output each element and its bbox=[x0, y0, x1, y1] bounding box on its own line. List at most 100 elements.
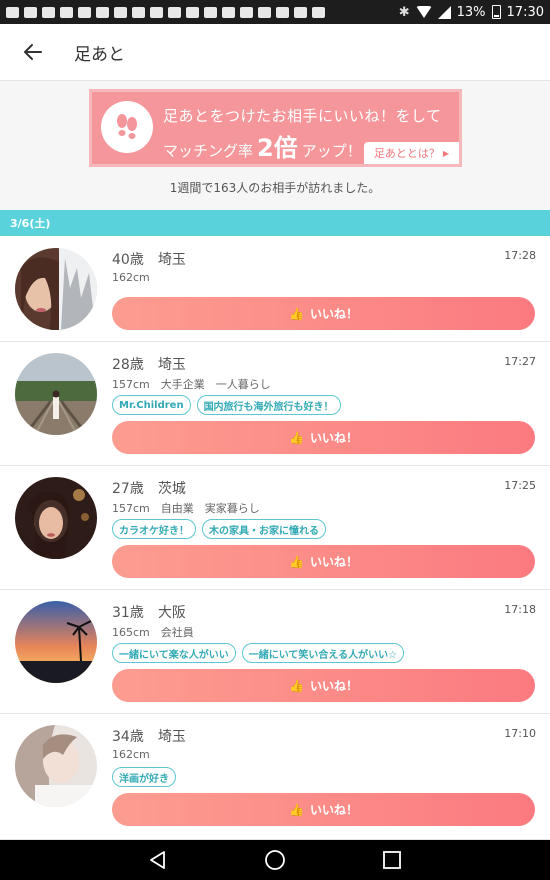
about-footprints-label: 足あととは？ bbox=[373, 147, 440, 160]
app-bar: 足あと bbox=[0, 24, 550, 81]
avatar[interactable] bbox=[15, 477, 97, 559]
arrow-left-icon bbox=[24, 44, 42, 60]
visitor-info: 162cm bbox=[112, 271, 150, 284]
notification-icon bbox=[24, 6, 37, 18]
wifi-icon bbox=[415, 6, 432, 18]
notification-icon bbox=[294, 6, 307, 18]
avatar[interactable] bbox=[15, 353, 97, 435]
interest-tags: 一緒にいて楽な人がいい 一緒にいて笑い合える人がいい☆ bbox=[112, 643, 405, 663]
banner-subline: マッチング率 2倍 アップ！ bbox=[163, 128, 362, 163]
notification-icons bbox=[6, 6, 325, 18]
notification-icon bbox=[78, 6, 91, 18]
interest-tag[interactable]: 一緒にいて笑い合える人がいい☆ bbox=[241, 643, 405, 663]
thumbs-up-icon: 👍 bbox=[289, 306, 304, 321]
visit-time: 17:25 bbox=[504, 479, 536, 492]
interest-tags: 洋画が好き bbox=[112, 767, 176, 787]
visitor-list[interactable]: 40歳 埼玉 17:28 162cm 👍 いいね！ 28歳 埼玉 17:27 1… bbox=[0, 236, 550, 840]
signal-icon bbox=[437, 5, 451, 19]
visit-time: 17:28 bbox=[504, 249, 536, 262]
notification-icon bbox=[186, 6, 199, 18]
notification-icon bbox=[96, 6, 109, 18]
interest-tag[interactable]: 洋画が好き bbox=[112, 767, 176, 787]
notification-icon bbox=[168, 6, 181, 18]
like-label: いいね！ bbox=[309, 431, 358, 445]
promo-banner[interactable]: 足あとをつけたお相手にいいね！をして マッチング率 2倍 アップ！ 足あととは？… bbox=[89, 89, 462, 167]
interest-tag[interactable]: Mr.Children bbox=[112, 395, 191, 415]
banner-multiplier: 2倍 bbox=[257, 134, 298, 162]
visit-time: 17:27 bbox=[504, 355, 536, 368]
visitor-name: 28歳 埼玉 bbox=[112, 357, 186, 373]
interest-tag[interactable]: カラオケ好き！ bbox=[112, 519, 196, 539]
like-button[interactable]: 👍 いいね！ bbox=[112, 421, 535, 454]
system-nav-bar bbox=[0, 840, 550, 880]
interest-tag[interactable]: 国内旅行も海外旅行も好き！ bbox=[196, 395, 341, 415]
interest-tag[interactable]: 木の家具・お家に憧れる bbox=[202, 519, 326, 539]
thumbs-up-icon: 👍 bbox=[289, 802, 304, 817]
like-button[interactable]: 👍 いいね！ bbox=[112, 545, 535, 578]
banner-headline: 足あとをつけたお相手にいいね！をして bbox=[163, 107, 442, 125]
thumbs-up-icon: 👍 bbox=[289, 554, 304, 569]
visitor-name: 31歳 大阪 bbox=[112, 605, 186, 621]
triangle-back-icon bbox=[150, 851, 166, 869]
notification-icon bbox=[222, 6, 235, 18]
visitor-card[interactable]: 27歳 茨城 17:25 157cm 自由業 実家暮らし カラオケ好き！ 木の家… bbox=[0, 466, 550, 590]
battery-icon bbox=[491, 5, 501, 19]
like-label: いいね！ bbox=[309, 803, 358, 817]
banner-subline-post: アップ！ bbox=[301, 142, 362, 160]
notification-icon bbox=[276, 6, 289, 18]
promo-area: 足あとをつけたお相手にいいね！をして マッチング率 2倍 アップ！ 足あととは？… bbox=[0, 82, 550, 210]
notification-icon bbox=[240, 6, 253, 18]
bluetooth-icon: ✱ bbox=[398, 4, 410, 20]
back-button[interactable] bbox=[0, 24, 66, 81]
interest-tag[interactable]: 一緒にいて楽な人がいい bbox=[112, 643, 236, 663]
footprints-icon bbox=[101, 101, 153, 153]
chevron-right-icon: ▶ bbox=[442, 148, 450, 158]
like-button[interactable]: 👍 いいね！ bbox=[112, 669, 535, 702]
like-button[interactable]: 👍 いいね！ bbox=[112, 793, 535, 826]
nav-home-button[interactable] bbox=[255, 840, 295, 880]
avatar[interactable] bbox=[15, 601, 97, 683]
avatar[interactable] bbox=[15, 248, 97, 330]
thumbs-up-icon: 👍 bbox=[289, 430, 304, 445]
status-bar: ✱ 13% 17:30 bbox=[0, 0, 550, 24]
square-recents-icon bbox=[382, 851, 401, 869]
visitor-info: 157cm 大手企業 一人暮らし bbox=[112, 378, 271, 391]
visit-count-text: 1週間で163人のお相手が訪れました。 bbox=[169, 181, 381, 195]
visitor-info: 165cm 会社員 bbox=[112, 626, 194, 639]
notification-icon bbox=[60, 6, 73, 18]
visitor-name: 40歳 埼玉 bbox=[112, 252, 186, 268]
notification-icon bbox=[114, 6, 127, 18]
avatar[interactable] bbox=[15, 725, 97, 807]
like-label: いいね！ bbox=[309, 679, 358, 693]
notification-icon bbox=[132, 6, 145, 18]
nav-back-button[interactable] bbox=[138, 840, 178, 880]
about-footprints-link[interactable]: 足あととは？ ▶ bbox=[364, 142, 459, 164]
clock: 17:30 bbox=[506, 4, 544, 20]
like-button[interactable]: 👍 いいね！ bbox=[112, 297, 535, 330]
visitor-card[interactable]: 28歳 埼玉 17:27 157cm 大手企業 一人暮らし Mr.Childre… bbox=[0, 342, 550, 466]
battery-percent: 13% bbox=[456, 4, 486, 20]
visitor-card[interactable]: 40歳 埼玉 17:28 162cm 👍 いいね！ bbox=[0, 236, 550, 342]
visitor-name: 34歳 埼玉 bbox=[112, 729, 186, 745]
notification-icon bbox=[150, 6, 163, 18]
like-label: いいね！ bbox=[309, 307, 358, 321]
page-title: 足あと bbox=[74, 44, 125, 65]
notification-icon bbox=[204, 6, 217, 18]
visit-time: 17:18 bbox=[504, 603, 536, 616]
notification-icon bbox=[42, 6, 55, 18]
thumbs-up-icon: 👍 bbox=[289, 678, 304, 693]
interest-tags: カラオケ好き！ 木の家具・お家に憧れる bbox=[112, 519, 326, 539]
notification-icon bbox=[6, 6, 19, 18]
nav-recents-button[interactable] bbox=[372, 840, 412, 880]
visit-time: 17:10 bbox=[504, 727, 536, 740]
visitor-name: 27歳 茨城 bbox=[112, 481, 186, 497]
visitor-card[interactable]: 31歳 大阪 17:18 165cm 会社員 一緒にいて楽な人がいい 一緒にいて… bbox=[0, 590, 550, 714]
visitor-card[interactable]: 34歳 埼玉 17:10 162cm 洋画が好き 👍 いいね！ bbox=[0, 714, 550, 840]
visitor-info: 162cm bbox=[112, 748, 150, 761]
circle-home-icon bbox=[265, 850, 285, 870]
date-section-header: 3/6(土) bbox=[0, 210, 550, 236]
visitor-info: 157cm 自由業 実家暮らし bbox=[112, 502, 260, 515]
interest-tags: Mr.Children 国内旅行も海外旅行も好き！ bbox=[112, 395, 341, 415]
notification-icon bbox=[312, 6, 325, 18]
notification-icon bbox=[258, 6, 271, 18]
